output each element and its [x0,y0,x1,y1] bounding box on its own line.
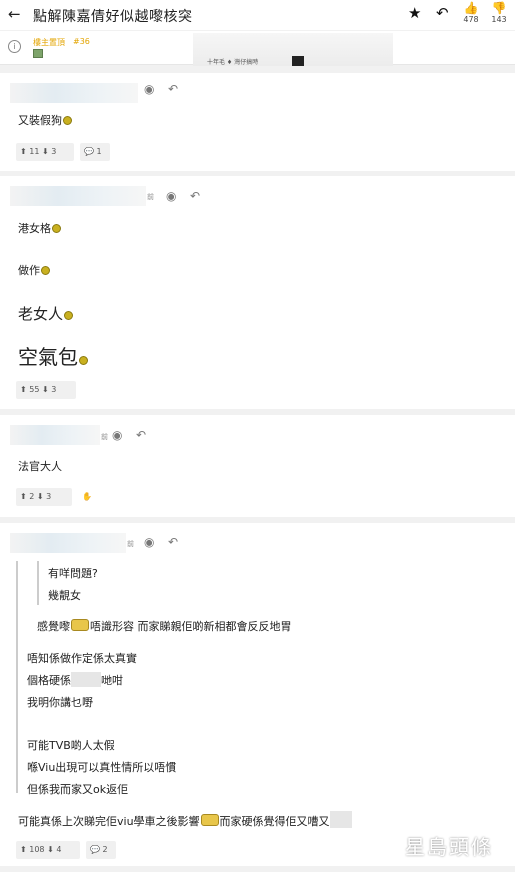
quote-line: 我明你講乜嘢 [27,696,93,709]
star-icon[interactable]: ★ [408,4,421,22]
hand-icon[interactable]: ✋ [78,488,96,506]
quote-line: 感覺嚟 唔識形容 而家睇親佢啲新相都會反反地胃 [37,619,292,633]
redacted-text [329,811,352,828]
vote-pill[interactable]: ⬆ 2 ⬇ 3 [16,488,72,506]
vote-pill[interactable]: ⬆ 55 ⬇ 3 [16,381,76,399]
post-line: 做作 [18,262,50,278]
upvote-button[interactable]: 👍 478 [460,2,482,25]
op-pinned-label: 樓主置頂 [33,38,65,47]
emoji-icon [71,619,89,631]
post-line: 港女格 [18,220,61,236]
downvote-button[interactable]: 👎 143 [488,2,510,25]
reply-icon[interactable]: ↶ [168,535,178,549]
thumbnail-caption: 十年毛 ♦ 灣仔搞時 [207,59,259,66]
quote-line: 但係我而家又ok返佢 [27,783,129,796]
post-text: 法官大人 [18,460,62,473]
watermark-text: 星島頭條 [405,835,493,859]
reply-count-pill[interactable]: 💬 1 [80,143,110,161]
quote-line: 唔知係做作定係太真實 [27,652,137,665]
quote-line: 可能TVB啲人太假 [27,739,115,752]
info-icon[interactable]: i [8,40,21,53]
emoji-icon [200,814,219,826]
thumbs-up-icon: 👍 [463,1,479,15]
eye-icon[interactable]: ◉ [112,428,122,442]
vote-pill[interactable]: ⬆ 11 ⬇ 3 [16,143,74,161]
redacted-text [71,672,101,687]
post-time: 前 [101,433,108,441]
downvote-count: 143 [491,15,507,24]
username-blurred[interactable] [10,186,146,206]
quote-line: 個格硬係 哋咁 [27,672,123,687]
watermark-logo: 星島頭條 [398,826,508,860]
nested-quote-line: 有咩問題? [48,567,98,580]
thumbs-down-icon: 👎 [491,1,507,15]
reply-icon[interactable]: ↶ [436,4,449,22]
eye-icon[interactable]: ◉ [166,189,176,203]
post-time: 前 [127,540,134,548]
post-line-large: 老女人 [18,303,74,324]
thumbnail-figure [292,56,304,66]
back-arrow-icon[interactable]: ← [8,5,21,23]
reply-icon[interactable]: ↶ [168,82,178,96]
emoji-icon [79,356,88,365]
top-bar: ← 點解陳嘉倩好似越嚟核突 ★ ↶ 👍 478 👎 143 [0,0,515,30]
eye-icon[interactable]: ◉ [144,535,154,549]
quote-line: 喺Viu出現可以真性情所以唔慣 [27,761,177,774]
emoji-icon [52,224,61,233]
post-card: 前 ◉ ↶ 法官大人 ⬆ 2 ⬇ 3 ✋ [0,415,515,517]
username-blurred[interactable] [10,83,138,103]
username-blurred[interactable] [10,533,126,553]
badge-icon [33,49,43,58]
post-text: 又裝假狗 [18,112,72,128]
reply-count-pill[interactable]: 💬 2 [86,841,116,859]
eye-icon[interactable]: ◉ [144,82,154,96]
vote-pill[interactable]: ⬆ 108 ⬇ 4 [16,841,80,859]
op-floor-number: #36 [73,37,90,46]
quote-bar [16,561,18,793]
upvote-count: 478 [463,15,479,24]
post-card: ◉ ↶ 又裝假狗 ⬆ 11 ⬇ 3 💬 1 [0,73,515,171]
emoji-icon [64,311,74,320]
thread-title: 點解陳嘉倩好似越嚟核突 [33,9,193,25]
username-blurred[interactable] [10,425,100,445]
reply-icon[interactable]: ↶ [190,189,200,203]
post-line-xlarge: 空氣包 [18,341,88,370]
post-card: 前 ◉ ↶ 港女格 做作 老女人 空氣包 ⬆ 55 ⬇ 3 [0,176,515,409]
quote-bar-nested [37,561,39,605]
emoji-icon [41,266,50,275]
post-card: 前 ◉ ↶ 有咩問題? 幾靚女 感覺嚟 唔識形容 而家睇親佢啲新相都會反反地胃 唔… [0,523,515,866]
post-time: 前 [147,193,154,201]
reply-icon[interactable]: ↶ [136,428,146,442]
post-text: 可能真係上次睇完佢viu學車之後影響 而家硬係覺得佢又嘈又 [18,811,352,829]
nested-quote-line: 幾靚女 [48,589,81,602]
emoji-icon [63,116,72,125]
